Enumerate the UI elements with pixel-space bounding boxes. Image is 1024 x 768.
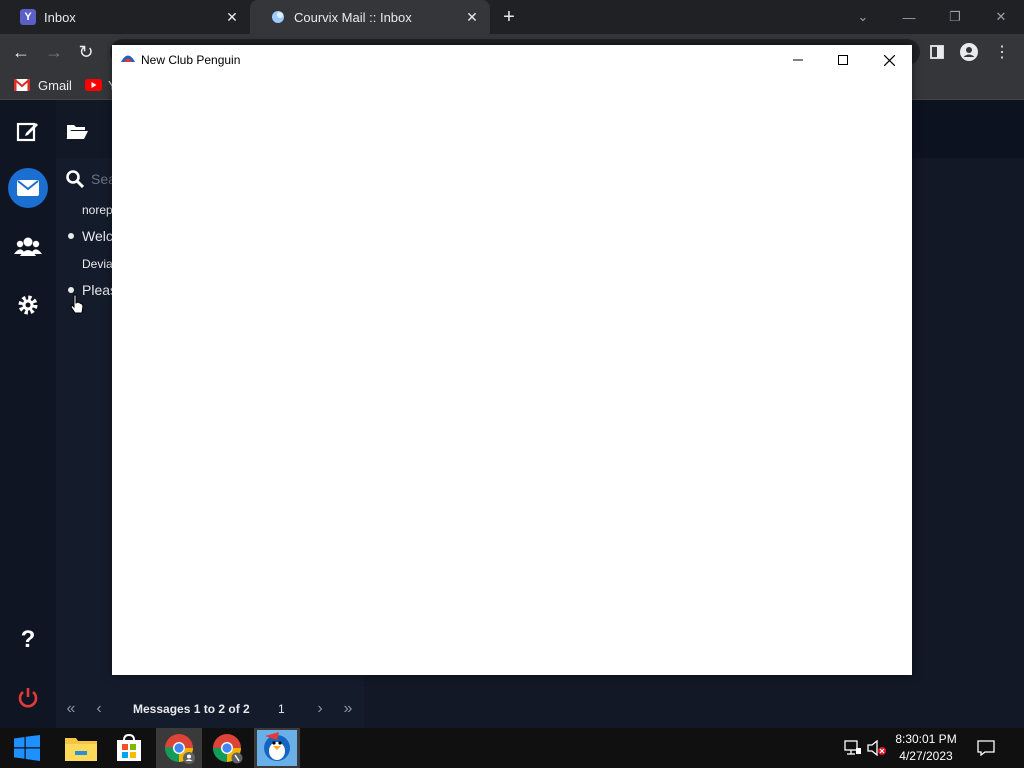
browser-tab-strip: Y Inbox ✕ Courvix Mail :: Inbox ✕ + ⌄ — … (0, 0, 1024, 34)
chrome-icon[interactable] (204, 728, 250, 768)
tab-inbox[interactable]: Y Inbox ✕ (0, 0, 250, 34)
file-explorer-icon[interactable] (58, 728, 104, 768)
new-club-penguin-window[interactable]: New Club Penguin (112, 45, 912, 675)
reload-icon[interactable]: ↻ (75, 41, 97, 63)
gmail-icon (13, 78, 31, 91)
close-tab-icon[interactable]: ✕ (464, 9, 480, 25)
side-panel-icon[interactable] (926, 41, 948, 63)
club-penguin-app-icon (120, 51, 136, 63)
new-tab-button[interactable]: + (498, 6, 520, 28)
network-icon[interactable] (842, 728, 864, 768)
current-page[interactable]: 1 (278, 702, 285, 716)
yahoo-favicon-icon: Y (20, 9, 36, 25)
folders-icon[interactable] (66, 122, 88, 145)
unread-dot (68, 233, 74, 239)
popup-close-button[interactable] (866, 45, 912, 75)
start-button[interactable] (4, 728, 50, 768)
popup-titlebar[interactable]: New Club Penguin (112, 45, 912, 75)
last-page-icon[interactable]: » (339, 700, 357, 718)
club-penguin-taskbar-icon[interactable] (254, 728, 300, 768)
popup-maximize-button[interactable] (820, 45, 866, 75)
logout-power-icon[interactable] (8, 678, 48, 718)
popup-minimize-button[interactable] (775, 45, 821, 75)
message-pager: « ‹ Messages 1 to 2 of 2 1 › » (56, 688, 364, 730)
volume-muted-icon[interactable] (866, 728, 888, 768)
tab-search-icon[interactable]: ⌄ (840, 0, 886, 34)
tab-courvix-mail[interactable]: Courvix Mail :: Inbox ✕ (250, 0, 490, 34)
chrome-profile-icon[interactable] (156, 728, 202, 768)
mail-icon-selected[interactable] (8, 168, 48, 208)
first-page-icon[interactable]: « (62, 700, 80, 718)
tab-title: Courvix Mail :: Inbox (294, 9, 412, 25)
profile-avatar-icon[interactable] (958, 41, 980, 63)
microsoft-store-icon[interactable] (106, 728, 152, 768)
help-icon[interactable]: ? (8, 620, 48, 660)
action-center-icon[interactable] (972, 728, 1000, 768)
restore-browser-button[interactable]: ❐ (932, 0, 978, 34)
minimize-browser-button[interactable]: — (886, 0, 932, 34)
close-browser-button[interactable]: ✕ (978, 0, 1024, 34)
bookmark-gmail[interactable]: Gmail (13, 76, 72, 94)
chrome-menu-icon[interactable]: ⋮ (991, 41, 1013, 63)
close-tab-icon[interactable]: ✕ (224, 9, 240, 25)
courvix-favicon-icon (270, 9, 286, 25)
unread-dot (68, 287, 74, 293)
back-button[interactable]: ← (10, 41, 32, 63)
settings-gear-icon[interactable] (8, 285, 48, 325)
forward-button[interactable]: → (43, 41, 65, 63)
mail-icon (8, 168, 48, 208)
contacts-icon[interactable] (8, 226, 48, 266)
search-icon[interactable] (66, 170, 85, 193)
youtube-icon (85, 79, 102, 91)
clock-date: 4/27/2023 (899, 749, 953, 763)
clock-time: 8:30:01 PM (895, 732, 957, 746)
compose-icon[interactable] (8, 111, 48, 151)
message-subject[interactable]: Welc (82, 228, 113, 244)
popup-title: New Club Penguin (141, 53, 241, 67)
message-sender[interactable]: Devia (82, 257, 113, 271)
tab-title: Inbox (44, 9, 76, 25)
hand-cursor-icon (70, 294, 84, 319)
next-page-icon[interactable]: › (311, 700, 329, 718)
pager-summary: Messages 1 to 2 of 2 (133, 702, 250, 716)
prev-page-icon[interactable]: ‹ (90, 700, 108, 718)
windows-taskbar: 8:30:01 PM 4/27/2023 (0, 728, 1024, 768)
message-sender[interactable]: norep (82, 203, 113, 217)
taskbar-clock[interactable]: 8:30:01 PM 4/27/2023 (890, 731, 962, 765)
